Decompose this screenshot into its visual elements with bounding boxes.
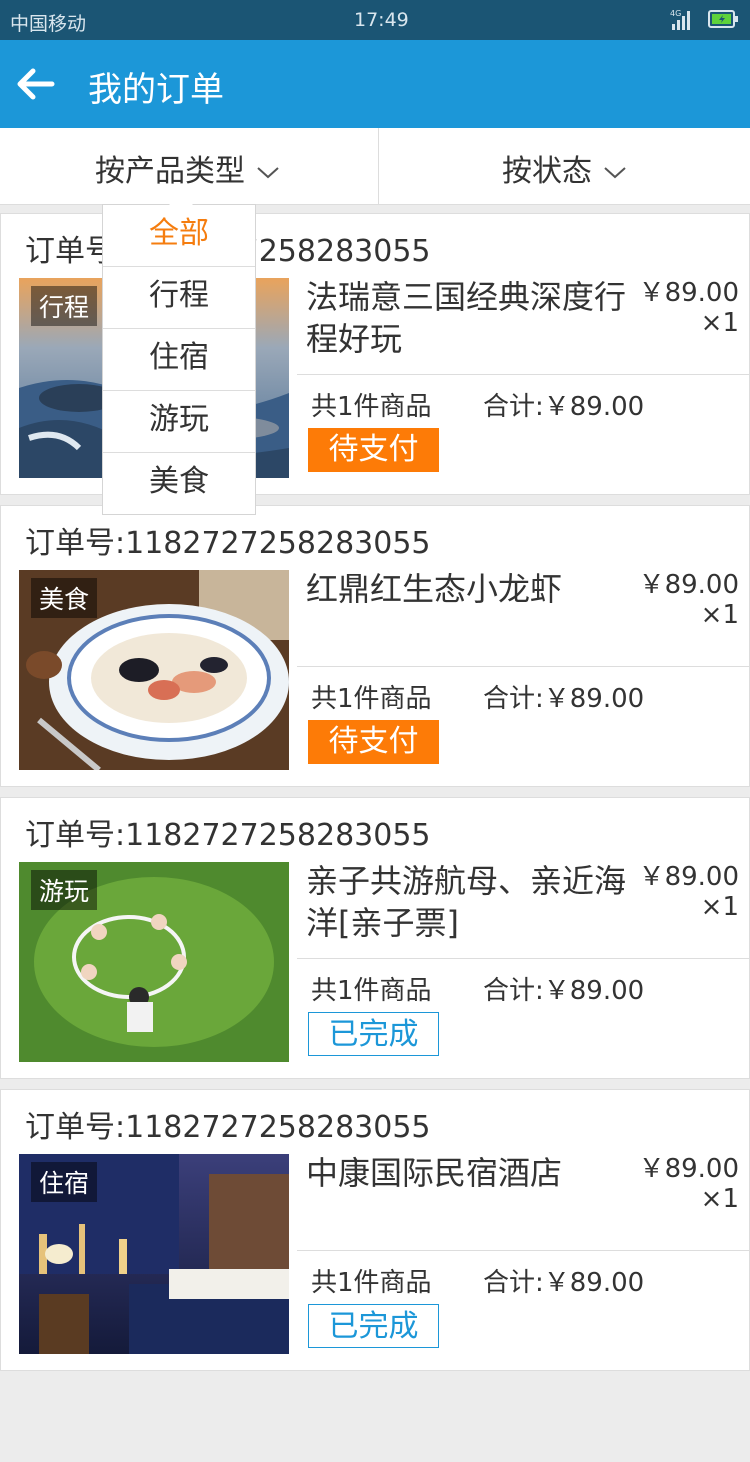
- signal-icon: 4G: [670, 9, 690, 30]
- item-count: 共1件商品: [311, 392, 432, 422]
- price-value: ￥89.00: [638, 1154, 739, 1184]
- dropdown-item-lodging[interactable]: 住宿: [103, 329, 255, 391]
- product-type-dropdown: 全部 行程 住宿 游玩 美食: [102, 193, 256, 515]
- filter-bar: 按产品类型 按状态: [0, 128, 750, 205]
- status-button-pending[interactable]: 待支付: [308, 720, 439, 764]
- product-name[interactable]: 中康国际民宿酒店: [306, 1152, 636, 1194]
- battery-icon: [708, 10, 738, 28]
- order-total: 合计:￥89.00: [483, 1268, 645, 1298]
- item-count: 共1件商品: [311, 976, 432, 1006]
- product-image-family[interactable]: 游玩: [19, 862, 289, 1062]
- order-card[interactable]: 订单号:1182727258283055 游玩 亲子共游航母、亲近海洋[亲子票]…: [0, 797, 750, 1079]
- dropdown-item-fun[interactable]: 游玩: [103, 391, 255, 453]
- order-total: 合计:￥89.00: [483, 976, 645, 1006]
- price-value: ￥89.00: [638, 278, 739, 308]
- product-price: ￥89.00 ×1: [639, 278, 739, 338]
- price-value: ￥89.00: [638, 570, 739, 600]
- order-number: 订单号:1182727258283055: [25, 1110, 431, 1145]
- chevron-down-icon: [257, 166, 279, 178]
- page-title: 我的订单: [88, 70, 224, 110]
- status-button-completed[interactable]: 已完成: [308, 1304, 439, 1348]
- divider: [297, 1250, 749, 1251]
- product-category-tag: 行程: [31, 286, 98, 326]
- product-price: ￥89.00 ×1: [639, 862, 739, 922]
- product-price: ￥89.00 ×1: [639, 1154, 739, 1214]
- divider: [297, 666, 749, 667]
- status-button-completed[interactable]: 已完成: [308, 1012, 439, 1056]
- quantity: ×1: [700, 892, 739, 922]
- back-arrow-icon[interactable]: [16, 66, 56, 102]
- product-image-seafood[interactable]: 美食: [19, 570, 289, 770]
- product-name[interactable]: 法瑞意三国经典深度行程好玩: [306, 276, 636, 360]
- order-total: 合计:￥89.00: [483, 392, 645, 422]
- price-value: ￥89.00: [638, 862, 739, 892]
- dropdown-item-food[interactable]: 美食: [103, 453, 255, 514]
- quantity: ×1: [700, 600, 739, 630]
- product-name[interactable]: 红鼎红生态小龙虾: [306, 568, 636, 610]
- order-number: 订单号:1182727258283055: [25, 818, 431, 853]
- clock: 17:49: [354, 9, 409, 31]
- carrier-name: 中国移动: [10, 13, 87, 35]
- order-total: 合计:￥89.00: [483, 684, 645, 714]
- filter-status[interactable]: 按状态: [379, 128, 750, 204]
- dropdown-item-all[interactable]: 全部: [103, 205, 255, 267]
- order-number: 订单号:1182727258283055: [25, 526, 431, 561]
- quantity: ×1: [700, 1184, 739, 1214]
- product-category-tag: 住宿: [31, 1162, 98, 1202]
- header-bar: 我的订单: [0, 40, 750, 128]
- divider: [297, 958, 749, 959]
- product-price: ￥89.00 ×1: [639, 570, 739, 630]
- dropdown-caret: [169, 193, 193, 205]
- status-bar: 中国移动 17:49 4G: [0, 0, 750, 40]
- order-card[interactable]: 订单号:1182727258283055 美食 红鼎红生态小龙虾 ￥89.00 …: [0, 505, 750, 787]
- quantity: ×1: [700, 308, 739, 338]
- svg-text:4G: 4G: [670, 9, 681, 18]
- divider: [297, 374, 749, 375]
- order-card[interactable]: 订单号:1182727258283055 住宿 中康国际民宿酒店 ￥89.00 …: [0, 1089, 750, 1371]
- filter-product-type-label: 按产品类型: [94, 154, 245, 189]
- status-button-pending[interactable]: 待支付: [308, 428, 439, 472]
- item-count: 共1件商品: [311, 1268, 432, 1298]
- product-name[interactable]: 亲子共游航母、亲近海洋[亲子票]: [306, 860, 636, 944]
- dropdown-item-itinerary[interactable]: 行程: [103, 267, 255, 329]
- product-category-tag: 游玩: [31, 870, 98, 910]
- chevron-down-icon: [604, 166, 626, 178]
- product-image-hotel[interactable]: 住宿: [19, 1154, 289, 1354]
- filter-status-label: 按状态: [501, 154, 592, 189]
- item-count: 共1件商品: [311, 684, 432, 714]
- product-category-tag: 美食: [31, 578, 98, 618]
